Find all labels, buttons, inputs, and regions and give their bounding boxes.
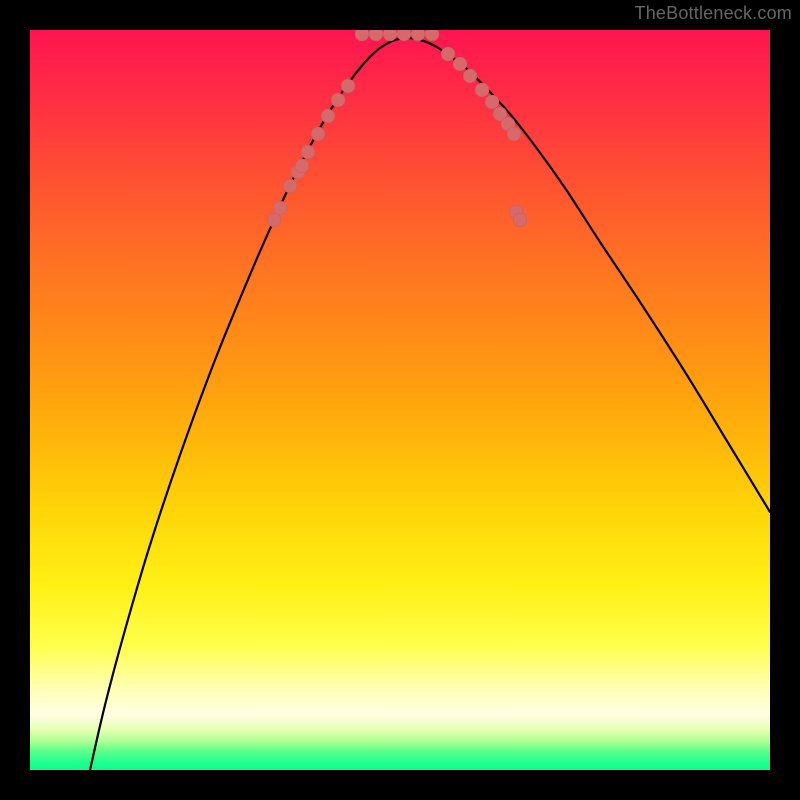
data-marker <box>321 109 335 123</box>
chart-frame: TheBottleneck.com <box>0 0 800 800</box>
curve-layer <box>30 30 770 770</box>
data-marker <box>331 93 345 107</box>
data-marker <box>507 127 521 141</box>
data-marker <box>301 145 315 159</box>
data-markers <box>267 30 527 227</box>
data-marker <box>463 69 477 83</box>
data-marker <box>355 30 369 41</box>
data-marker <box>369 30 383 41</box>
data-marker <box>273 201 287 215</box>
data-marker <box>485 95 499 109</box>
data-marker <box>453 57 467 71</box>
data-marker <box>341 79 355 93</box>
data-marker <box>425 30 439 41</box>
data-marker <box>513 213 527 227</box>
data-marker <box>441 47 455 61</box>
watermark-text: TheBottleneck.com <box>635 3 792 24</box>
plot-area <box>30 30 770 770</box>
data-marker <box>475 83 489 97</box>
bottleneck-curve <box>90 38 770 770</box>
data-marker <box>311 127 325 141</box>
data-marker <box>295 159 309 173</box>
data-marker <box>283 179 297 193</box>
